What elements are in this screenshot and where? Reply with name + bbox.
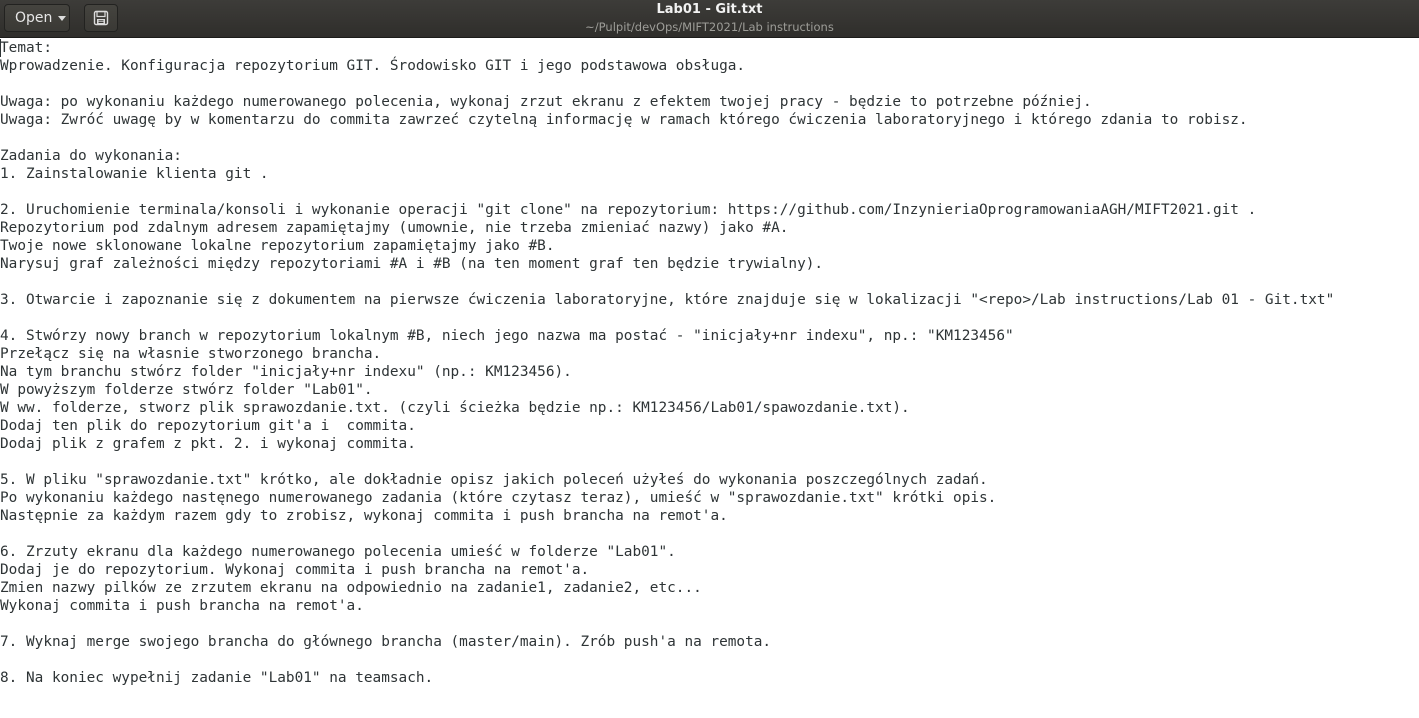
- text-line: [0, 273, 1419, 291]
- text-line: Wykonaj commita i push brancha na remot'…: [0, 598, 364, 614]
- text-line: Uwaga: Zwróć uwagę by w komentarzu do co…: [0, 112, 1248, 128]
- text-line: Zmien nazwy pilków ze zrzutem ekranu na …: [0, 580, 702, 596]
- text-line: Dodaj ten plik do repozytorium git'a i c…: [0, 418, 416, 434]
- text-line: Wprowadzenie. Konfiguracja repozytorium …: [0, 58, 746, 74]
- window-subtitle: ~/Pulpit/devOps/MIFT2021/Lab instruction…: [585, 20, 834, 34]
- chevron-down-icon: [58, 16, 67, 21]
- text-line: 8. Na koniec wypełnij zadanie "Lab01" na…: [0, 670, 434, 686]
- text-line: Temat:: [0, 40, 52, 56]
- title-block: Lab01 - Git.txt ~/Pulpit/devOps/MIFT2021…: [0, 1, 1419, 35]
- text-line: [0, 651, 1419, 669]
- open-button-label: Open: [15, 10, 53, 26]
- text-line: [0, 183, 1419, 201]
- text-line: [0, 453, 1419, 471]
- text-line: [0, 309, 1419, 327]
- text-line: Repozytorium pod zdalnym adresem zapamię…: [0, 220, 789, 236]
- text-line: Po wykonaniu każdego nastęnego numerowan…: [0, 490, 997, 506]
- text-line: Narysuj graf zależności między repozytor…: [0, 256, 824, 272]
- text-line: [0, 75, 1419, 93]
- editor-window: Open Lab01 - Git.txt ~/Pulpit/devOps/MIF…: [0, 0, 1419, 718]
- text-line: Dodaj plik z grafem z pkt. 2. i wykonaj …: [0, 436, 416, 452]
- text-editor-area[interactable]: Temat: Wprowadzenie. Konfiguracja repozyt…: [0, 38, 1419, 718]
- text-line: Twoje nowe sklonowane lokalne repozytori…: [0, 238, 555, 254]
- text-line: W powyższym folderze stwórz folder "Lab0…: [0, 382, 373, 398]
- text-line: 7. Wyknaj merge swojego brancha do główn…: [0, 634, 772, 650]
- text-line: 6. Zrzuty ekranu dla każdego numerowaneg…: [0, 544, 676, 560]
- text-view[interactable]: Temat: Wprowadzenie. Konfiguracja repozyt…: [0, 38, 1419, 687]
- text-line: 2. Uruchomienie terminala/konsoli i wyko…: [0, 202, 1257, 218]
- header-bar: Open Lab01 - Git.txt ~/Pulpit/devOps/MIF…: [0, 0, 1419, 38]
- text-line: 4. Stwórzy nowy branch w repozytorium lo…: [0, 328, 1014, 344]
- open-button[interactable]: Open: [4, 4, 70, 32]
- text-line: [0, 129, 1419, 147]
- text-line: 1. Zainstalowanie klienta git .: [0, 166, 269, 182]
- text-line: Na tym branchu stwórz folder "inicjały+n…: [0, 364, 572, 380]
- text-line: [0, 525, 1419, 543]
- window-title: Lab01 - Git.txt: [656, 2, 763, 17]
- text-line: Dodaj je do repozytorium. Wykonaj commit…: [0, 562, 590, 578]
- text-line: Przełącz się na własnie stworzonego bran…: [0, 346, 382, 362]
- save-copy-button[interactable]: [84, 4, 118, 32]
- text-line: Następnie za każdym razem gdy to zrobisz…: [0, 508, 728, 524]
- text-line: Uwaga: po wykonaniu każdego numerowanego…: [0, 94, 1092, 110]
- text-line: Zadania do wykonania:: [0, 148, 182, 164]
- text-line: 3. Otwarcie i zapoznanie się z dokumente…: [0, 292, 1335, 308]
- text-cursor: [0, 39, 1, 57]
- text-line: 5. W pliku "sprawozdanie.txt" krótko, al…: [0, 472, 988, 488]
- text-line: W ww. folderze, stworz plik sprawozdanie…: [0, 400, 910, 416]
- save-copy-icon: [93, 10, 109, 26]
- text-line: [0, 615, 1419, 633]
